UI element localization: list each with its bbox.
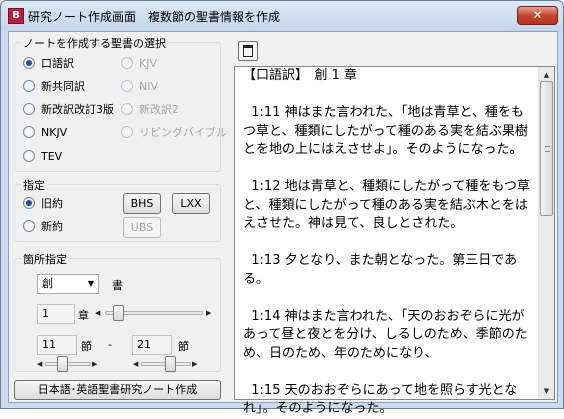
client-area: ノートを作成する聖書の選択 口語訳 KJV 新共同訳 NIV 新改訳改訂3版 新… [8, 31, 558, 416]
radio-shinkyodoyaku[interactable]: 新共同訳 [23, 80, 85, 93]
bible-text-content[interactable]: 【口語訳】 創 1 章 1:11 神はまた言われた、「地は青草と、種をもつ草と、… [243, 67, 533, 419]
radio-shinkaiyaku2[interactable]: 新改訳2 [121, 103, 179, 116]
verse-to-slider[interactable]: ◀ ▶ [133, 355, 201, 373]
grip-icon [545, 146, 550, 152]
ubs-button[interactable]: UBS [123, 217, 161, 238]
radio-living-bible[interactable]: リビングバイブル [121, 126, 227, 139]
bible-app-icon: B [8, 8, 24, 24]
main-window: B 研究ノート作成画面 複数節の聖書情報を作成 ✕ ノートを作成する聖書の選択 … [0, 0, 564, 416]
verse-from-slider[interactable]: ◀ ▶ [37, 355, 99, 373]
radio-label: NKJV [41, 126, 68, 139]
radio-indicator [121, 57, 133, 69]
bible-selection-group: ノートを作成する聖書の選択 口語訳 KJV 新共同訳 NIV 新改訳改訂3版 新… [14, 35, 227, 172]
radio-label: 新改訳改訂3版 [41, 103, 114, 116]
radio-tev[interactable]: TEV [23, 150, 62, 163]
bible-selection-title: ノートを作成する聖書の選択 [21, 35, 168, 51]
radio-indicator [23, 126, 35, 138]
passage-group: 箇所指定 創 ▼ 書 1 章 ◀ ▶ 11 節 - 21 節 ◀ ▶ ◀ ▶ [14, 251, 221, 373]
vertical-scrollbar[interactable]: ▲ ▼ [538, 67, 554, 399]
chapter-field[interactable]: 1 [37, 304, 75, 324]
verse-from-value: 11 [42, 338, 56, 351]
document-icon [243, 45, 253, 57]
radio-label: リビングバイブル [139, 126, 227, 139]
radio-indicator [121, 126, 133, 138]
close-button[interactable]: ✕ [517, 6, 558, 25]
radio-shinkaiyaku3[interactable]: 新改訳改訂3版 [23, 103, 114, 116]
chapter-slider[interactable]: ◀ ▶ [95, 303, 215, 323]
radio-label: TEV [41, 150, 63, 163]
title-bar[interactable]: B 研究ノート作成画面 複数節の聖書情報を作成 ✕ [1, 1, 563, 31]
close-icon: ✕ [532, 8, 543, 22]
radio-label: 旧約 [41, 197, 63, 210]
radio-indicator [23, 57, 35, 69]
bhs-button[interactable]: BHS [123, 193, 161, 214]
radio-kougoyaku[interactable]: 口語訳 [23, 57, 74, 70]
verse-to-field[interactable]: 21 [132, 335, 172, 355]
radio-indicator [121, 103, 133, 115]
verse-to-value: 21 [137, 338, 151, 351]
document-icon-button[interactable] [238, 41, 258, 61]
radio-indicator [121, 80, 133, 92]
radio-label: KJV [139, 57, 157, 70]
passage-title: 箇所指定 [21, 251, 69, 267]
book-label: 書 [112, 279, 123, 292]
radio-label: 新改訳2 [139, 103, 179, 116]
create-note-button[interactable]: 日本語･英語聖書研究ノート作成 [14, 380, 221, 400]
book-select-value: 創 [42, 277, 53, 290]
bible-text-area[interactable]: 【口語訳】 創 1 章 1:11 神はまた言われた、「地は青草と、種をもつ草と、… [234, 66, 555, 416]
scroll-down-icon[interactable]: ▼ [539, 383, 554, 399]
radio-nkjv[interactable]: NKJV [23, 126, 67, 139]
radio-label: 新約 [41, 220, 63, 233]
verse-from-field[interactable]: 11 [37, 335, 77, 355]
slider-thumb[interactable] [57, 356, 68, 372]
chapter-label: 章 [78, 309, 89, 322]
radio-indicator [23, 197, 35, 209]
radio-label: NIV [139, 80, 158, 93]
radio-kjv[interactable]: KJV [121, 57, 157, 70]
testament-group: 指定 旧約 新約 BHS LXX UBS [14, 177, 221, 242]
radio-label: 新共同訳 [41, 80, 85, 93]
slider-left-icon: ◀ [95, 309, 101, 317]
verse-from-label: 節 [81, 340, 92, 353]
verse-range-dash: - [108, 338, 112, 351]
testament-title: 指定 [21, 177, 47, 193]
radio-indicator [23, 150, 35, 162]
slider-track [45, 362, 91, 366]
slider-thumb[interactable] [165, 356, 176, 372]
slider-right-icon: ▶ [206, 309, 212, 317]
radio-new-testament[interactable]: 新約 [23, 220, 63, 233]
slider-left-icon: ◀ [37, 360, 43, 368]
radio-indicator [23, 220, 35, 232]
radio-old-testament[interactable]: 旧約 [23, 197, 63, 210]
verse-to-label: 節 [178, 340, 189, 353]
radio-indicator [23, 80, 35, 92]
chevron-down-icon: ▼ [87, 279, 94, 288]
radio-niv[interactable]: NIV [121, 80, 158, 93]
radio-label: 口語訳 [41, 57, 74, 70]
radio-indicator [23, 103, 35, 115]
scroll-thumb[interactable] [540, 81, 553, 216]
slider-left-icon: ◀ [133, 360, 139, 368]
slider-thumb[interactable] [113, 305, 124, 321]
lxx-button[interactable]: LXX [172, 193, 210, 214]
book-select[interactable]: 創 ▼ [37, 274, 99, 294]
chapter-value: 1 [42, 307, 49, 320]
slider-right-icon: ▶ [192, 360, 198, 368]
slider-right-icon: ▶ [92, 360, 98, 368]
window-title: 研究ノート作成画面 複数節の聖書情報を作成 [28, 10, 281, 24]
